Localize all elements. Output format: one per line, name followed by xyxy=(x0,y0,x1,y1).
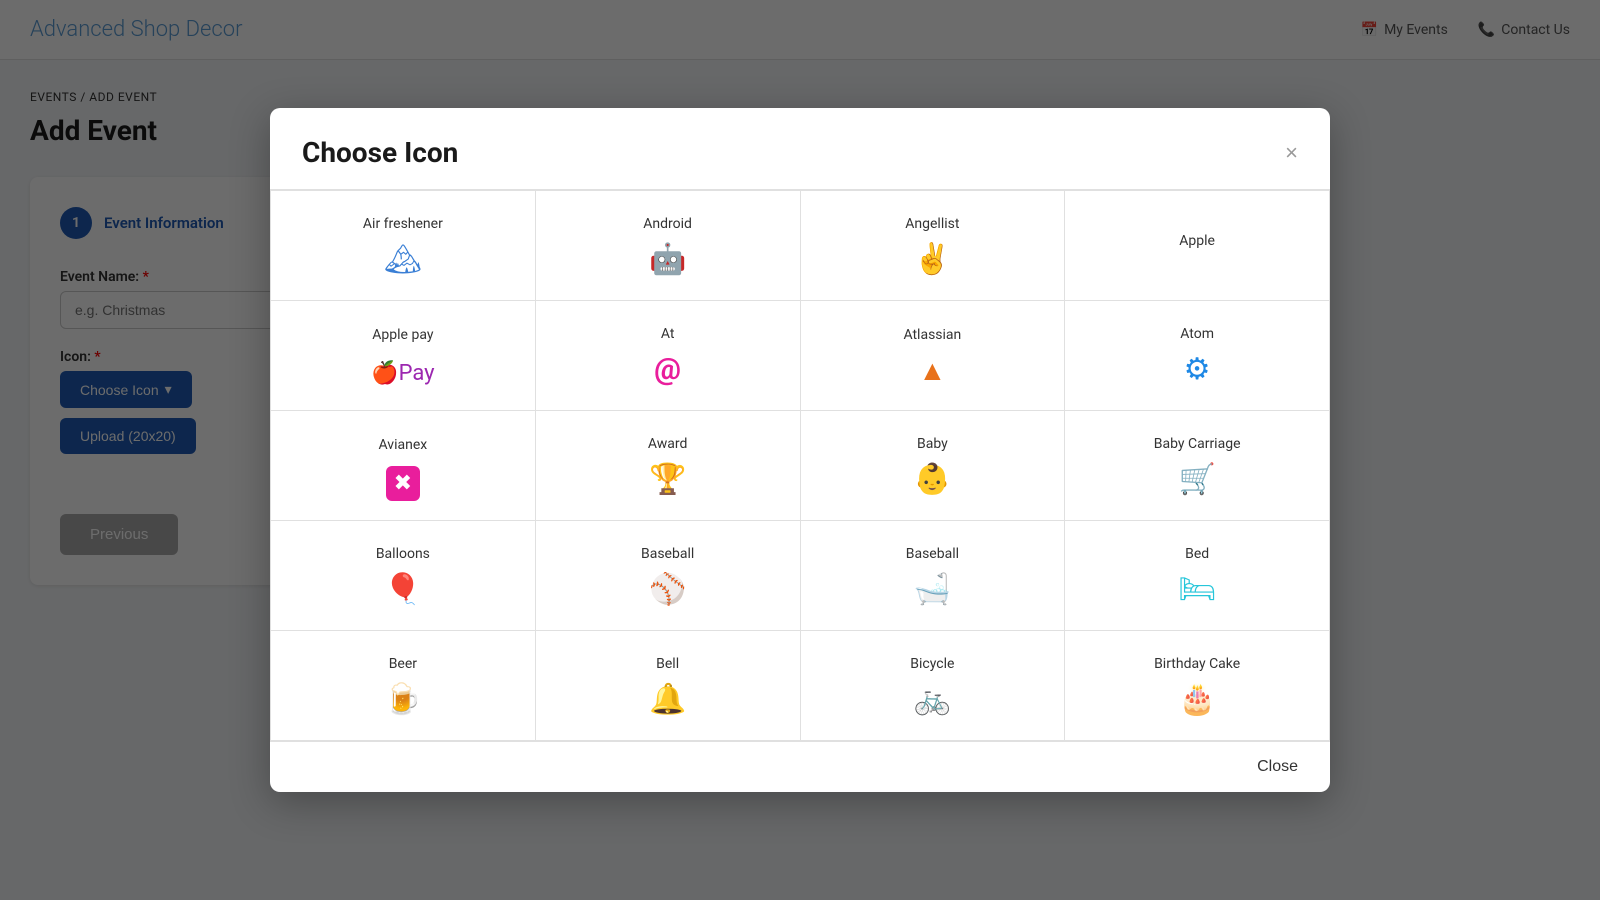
icon-cell[interactable]: Baseball 🛁 xyxy=(801,521,1066,631)
icon-symbol: 🛒 xyxy=(1178,462,1215,495)
icon-symbol: 🤖 xyxy=(649,242,686,275)
icon-label: At xyxy=(661,326,675,342)
icon-symbol: 🎂 xyxy=(1178,682,1215,715)
icon-label: Award xyxy=(648,436,688,452)
icon-label: Baby xyxy=(917,436,948,452)
modal-footer: Close xyxy=(270,741,1330,792)
icon-symbol: 🛏 xyxy=(1178,572,1216,605)
modal-header: Choose Icon × xyxy=(270,108,1330,190)
icon-symbol: ⚾ xyxy=(649,572,686,605)
icon-label: Android xyxy=(643,216,692,232)
icon-cell[interactable]: Avianex ✖ xyxy=(271,411,536,521)
icon-symbol: 🔔 xyxy=(649,682,686,715)
icon-grid: Air freshener 🏔 Android 🤖 Angellist ✌️ A… xyxy=(270,190,1330,741)
icon-cell[interactable]: Baseball ⚾ xyxy=(536,521,801,631)
icon-cell[interactable]: Baby Carriage 🛒 xyxy=(1065,411,1330,521)
icon-symbol: 🚲 xyxy=(914,682,951,715)
icon-symbol: 🛁 xyxy=(914,572,951,605)
icon-label: Apple xyxy=(1179,233,1215,249)
icon-symbol: 🏔 xyxy=(384,242,422,275)
icon-label: Atlassian xyxy=(903,327,961,343)
icon-cell[interactable]: Bell 🔔 xyxy=(536,631,801,741)
icon-cell[interactable]: Atlassian ▲ xyxy=(801,301,1066,411)
icon-cell[interactable]: Birthday Cake 🎂 xyxy=(1065,631,1330,741)
modal-overlay: Choose Icon × Air freshener 🏔 Android 🤖 … xyxy=(0,0,1600,900)
icon-cell[interactable]: Baby 👶 xyxy=(801,411,1066,521)
icon-label: Avianex xyxy=(379,437,428,453)
choose-icon-modal: Choose Icon × Air freshener 🏔 Android 🤖 … xyxy=(270,108,1330,792)
icon-label: Balloons xyxy=(376,546,430,562)
icon-symbol: 🍎Pay xyxy=(371,353,434,385)
icon-label: Beer xyxy=(389,656,417,672)
icon-cell[interactable]: Air freshener 🏔 xyxy=(271,191,536,301)
icon-label: Air freshener xyxy=(363,216,443,232)
icon-cell[interactable]: Apple xyxy=(1065,191,1330,301)
icon-cell[interactable]: Award 🏆 xyxy=(536,411,801,521)
icon-label: Atom xyxy=(1180,326,1214,342)
icon-symbol: 🏆 xyxy=(649,462,686,495)
icon-cell[interactable]: Beer 🍺 xyxy=(271,631,536,741)
icon-symbol: ✖ xyxy=(386,463,420,495)
icon-cell[interactable]: Angellist ✌️ xyxy=(801,191,1066,301)
icon-cell[interactable]: At @ xyxy=(536,301,801,411)
icon-symbol: 🎈 xyxy=(384,572,421,605)
modal-close-button[interactable]: Close xyxy=(1257,758,1298,776)
icon-label: Baseball xyxy=(641,546,694,562)
icon-symbol: ⚙ xyxy=(1184,352,1211,385)
icon-symbol: 🍺 xyxy=(384,682,421,715)
icon-cell[interactable]: Bed 🛏 xyxy=(1065,521,1330,631)
icon-cell[interactable]: Atom ⚙ xyxy=(1065,301,1330,411)
icon-cell[interactable]: Bicycle 🚲 xyxy=(801,631,1066,741)
modal-title: Choose Icon xyxy=(302,136,458,169)
icon-cell[interactable]: Android 🤖 xyxy=(536,191,801,301)
icon-label: Bed xyxy=(1185,546,1209,562)
icon-label: Apple pay xyxy=(372,327,433,343)
modal-body: Air freshener 🏔 Android 🤖 Angellist ✌️ A… xyxy=(270,190,1330,741)
icon-label: Bell xyxy=(656,656,679,672)
icon-symbol: 👶 xyxy=(914,462,951,495)
icon-cell[interactable]: Balloons 🎈 xyxy=(271,521,536,631)
icon-label: Birthday Cake xyxy=(1154,656,1240,672)
icon-label: Bicycle xyxy=(910,656,954,672)
icon-symbol: ✌️ xyxy=(914,242,951,275)
icon-symbol: ▲ xyxy=(919,353,947,385)
icon-label: Baby Carriage xyxy=(1154,436,1241,452)
icon-symbol: @ xyxy=(654,352,681,385)
modal-close-x-button[interactable]: × xyxy=(1285,142,1298,164)
icon-cell[interactable]: Apple pay 🍎Pay xyxy=(271,301,536,411)
icon-label: Angellist xyxy=(905,216,959,232)
icon-label: Baseball xyxy=(906,546,959,562)
